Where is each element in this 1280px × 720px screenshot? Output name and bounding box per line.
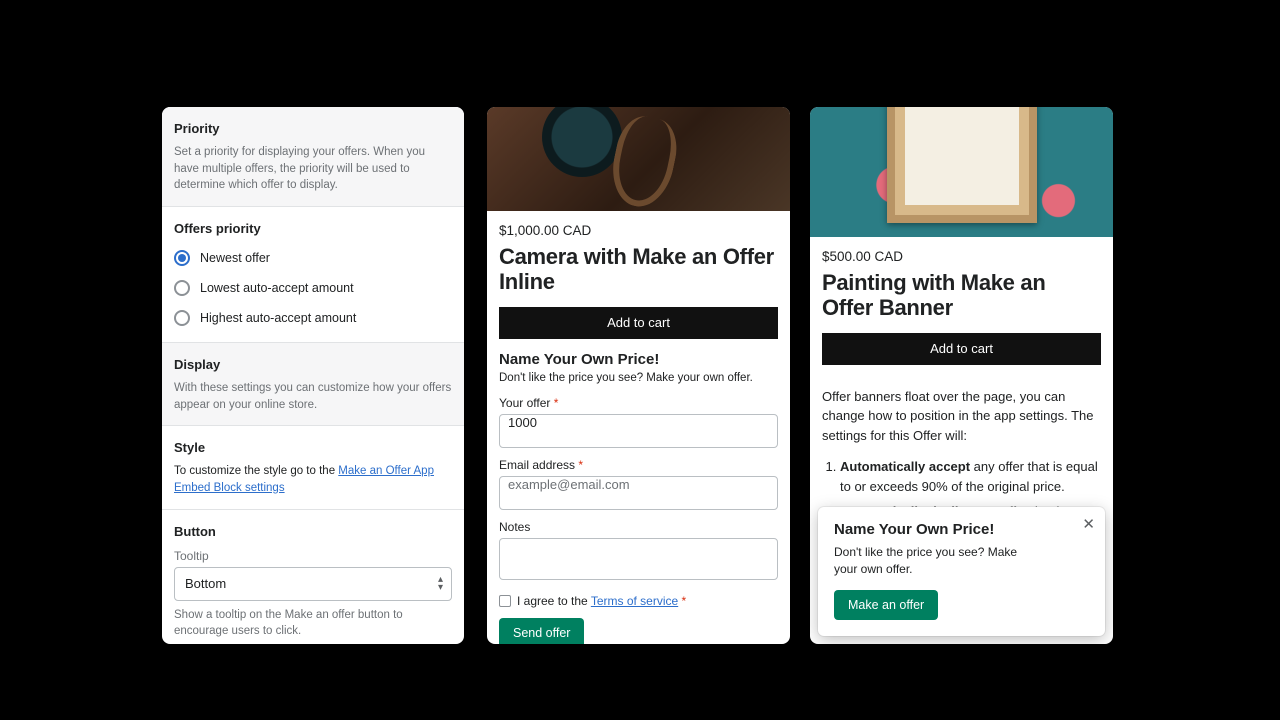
radio-lowest[interactable]: Lowest auto-accept amount xyxy=(174,280,452,296)
camera-lens-decor xyxy=(542,107,622,177)
email-input[interactable]: example@email.com xyxy=(499,476,778,510)
display-title: Display xyxy=(174,357,452,372)
radio-label: Lowest auto-accept amount xyxy=(200,281,354,295)
painting-frame-decor xyxy=(887,107,1037,223)
offer-form: Name Your Own Price! Don't like the pric… xyxy=(487,351,790,644)
product-title: Camera with Make an Offer Inline xyxy=(499,244,778,295)
style-section: Style To customize the style go to the M… xyxy=(162,426,464,509)
display-desc: With these settings you can customize ho… xyxy=(174,380,452,413)
required-indicator: * xyxy=(554,396,559,410)
offers-priority-title: Offers priority xyxy=(174,221,452,236)
radio-label: Highest auto-accept amount xyxy=(200,311,356,325)
send-offer-button[interactable]: Send offer xyxy=(499,618,584,644)
offers-priority-section: Offers priority Newest offer Lowest auto… xyxy=(162,207,464,343)
close-icon[interactable]: ✕ xyxy=(1082,517,1095,532)
style-title: Style xyxy=(174,440,452,455)
radio-icon xyxy=(174,250,190,266)
radio-highest[interactable]: Highest auto-accept amount xyxy=(174,310,452,326)
product-title: Painting with Make an Offer Banner xyxy=(822,270,1101,321)
product-banner-panel: $500.00 CAD Painting with Make an Offer … xyxy=(810,107,1113,644)
display-section: Display With these settings you can cust… xyxy=(162,343,464,426)
product-inline-panel: $1,000.00 CAD Camera with Make an Offer … xyxy=(487,107,790,644)
tooltip-label: Tooltip xyxy=(174,549,452,563)
style-pre: To customize the style go to the xyxy=(174,465,338,477)
rule-action: Automatically accept xyxy=(840,459,970,474)
add-to-cart-button[interactable]: Add to cart xyxy=(822,333,1101,365)
radio-newest[interactable]: Newest offer xyxy=(174,250,452,266)
priority-title: Priority xyxy=(174,121,452,136)
email-label: Email address * xyxy=(499,458,778,472)
offer-input[interactable]: 1000 xyxy=(499,414,778,448)
radio-icon xyxy=(174,280,190,296)
priority-desc: Set a priority for displaying your offer… xyxy=(174,144,452,194)
product-image xyxy=(487,107,790,211)
chevron-updown-icon: ▴▾ xyxy=(438,576,443,592)
product-price: $500.00 CAD xyxy=(822,249,1101,264)
tos-text: I agree to the Terms of service * xyxy=(517,594,686,608)
product-image xyxy=(810,107,1113,237)
popup-title: Name Your Own Price! xyxy=(834,521,1089,538)
nyop-title: Name Your Own Price! xyxy=(499,351,778,368)
style-text: To customize the style go to the Make an… xyxy=(174,463,452,496)
tooltip-value: Bottom xyxy=(185,576,226,591)
button-section: Button Tooltip Bottom ▴▾ Show a tooltip … xyxy=(162,510,464,644)
priority-section: Priority Set a priority for displaying y… xyxy=(162,107,464,207)
notes-label: Notes xyxy=(499,520,778,534)
notes-input[interactable] xyxy=(499,538,778,580)
offer-label: Your offer * xyxy=(499,396,778,410)
radio-icon xyxy=(174,310,190,326)
add-to-cart-button[interactable]: Add to cart xyxy=(499,307,778,339)
popup-desc: Don't like the price you see? Make your … xyxy=(834,544,1034,578)
tos-checkbox[interactable] xyxy=(499,595,511,607)
offer-popup: ✕ Name Your Own Price! Don't like the pr… xyxy=(818,507,1105,636)
tos-row[interactable]: I agree to the Terms of service * xyxy=(499,594,778,608)
nyop-sub: Don't like the price you see? Make your … xyxy=(499,372,778,384)
list-item: Automatically accept any offer that is e… xyxy=(840,457,1101,496)
required-indicator: * xyxy=(578,458,583,472)
tooltip-select[interactable]: Bottom ▴▾ xyxy=(174,567,452,601)
button-title: Button xyxy=(174,524,452,539)
tooltip-help: Show a tooltip on the Make an offer butt… xyxy=(174,607,452,639)
banner-explainer: Offer banners float over the page, you c… xyxy=(822,387,1101,446)
settings-panel: Priority Set a priority for displaying y… xyxy=(162,107,464,644)
make-offer-button[interactable]: Make an offer xyxy=(834,590,938,620)
required-indicator: * xyxy=(682,594,687,608)
radio-label: Newest offer xyxy=(200,251,270,265)
product-price: $1,000.00 CAD xyxy=(499,223,778,238)
tos-link[interactable]: Terms of service xyxy=(591,594,678,608)
